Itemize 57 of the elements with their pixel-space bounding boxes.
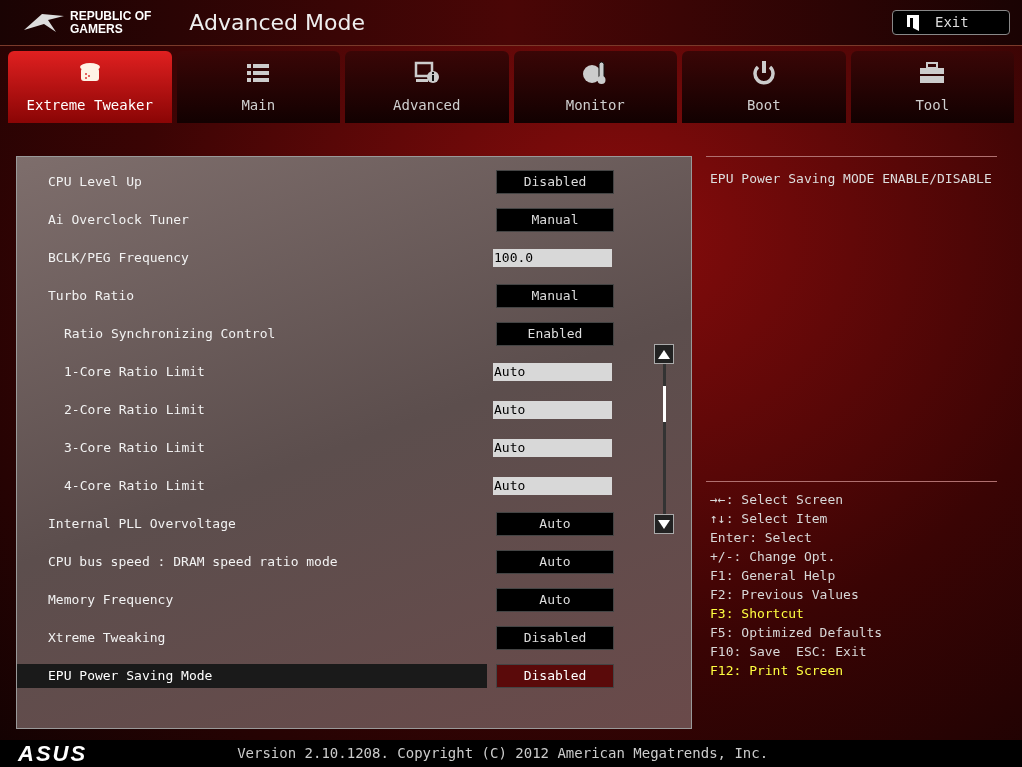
setting-row[interactable]: 3-Core Ratio Limit: [17, 436, 487, 460]
setting-row[interactable]: 1-Core Ratio Limit: [17, 360, 487, 384]
key-hint: F1: General Help: [710, 567, 837, 585]
nav-tab[interactable]: Main: [176, 51, 340, 123]
setting-row[interactable]: 2-Core Ratio Limit: [17, 398, 487, 422]
setting-row[interactable]: Ai Overclock Tuner: [17, 208, 487, 232]
option-button[interactable]: Auto: [496, 512, 614, 536]
setting-row[interactable]: Turbo Ratio: [17, 284, 487, 308]
door-icon: [907, 14, 919, 31]
option-button[interactable]: Disabled: [496, 626, 614, 650]
value-field[interactable]: Auto: [493, 363, 612, 381]
setting-row[interactable]: CPU Level Up: [17, 170, 487, 194]
key-hint: ↑↓: Select Item: [710, 510, 829, 528]
setting-row[interactable]: Memory Frequency: [17, 588, 487, 612]
key-hint: F12: Print Screen: [710, 662, 845, 680]
nav-tab[interactable]: Advanced: [345, 51, 509, 123]
asus-logo: ASUS: [18, 742, 88, 765]
key-hint: F2: Previous Values: [710, 586, 860, 604]
option-button[interactable]: Manual: [496, 208, 614, 232]
scroll-up-button[interactable]: [654, 344, 674, 364]
nav-tab[interactable]: Tool: [850, 51, 1014, 123]
option-button[interactable]: Auto: [496, 550, 614, 574]
help-description: EPU Power Saving MODE ENABLE/DISABLE: [710, 171, 992, 186]
exit-button[interactable]: Exit: [892, 10, 1010, 35]
down-triangle-icon: [658, 519, 670, 529]
up-triangle-icon: [658, 349, 670, 359]
brand-text: REPUBLIC OF: [70, 9, 152, 23]
setting-row[interactable]: Internal PLL Overvoltage: [17, 512, 487, 536]
key-hint: F3: Shortcut: [710, 605, 805, 623]
option-button[interactable]: Manual: [496, 284, 614, 308]
setting-row[interactable]: CPU bus speed : DRAM speed ratio mode: [17, 550, 487, 574]
setting-row[interactable]: Ratio Synchronizing Control: [17, 322, 487, 346]
option-button[interactable]: Disabled: [496, 170, 614, 194]
setting-row[interactable]: Xtreme Tweaking: [17, 626, 487, 650]
setting-row[interactable]: EPU Power Saving Mode: [17, 664, 487, 688]
brand-text: GAMERS: [70, 22, 124, 36]
option-button[interactable]: Disabled: [496, 664, 614, 688]
nav-tab[interactable]: Monitor: [513, 51, 677, 123]
page-title: Advanced Mode: [189, 9, 365, 37]
value-field[interactable]: Auto: [493, 401, 612, 419]
option-button[interactable]: Auto: [496, 588, 614, 612]
nav-tab[interactable]: Boot: [682, 51, 846, 123]
key-hint: +/-: Change Opt.: [710, 548, 837, 566]
option-button[interactable]: Enabled: [496, 322, 614, 346]
key-hint: F10: Save ESC: Exit: [710, 643, 868, 661]
setting-row[interactable]: 4-Core Ratio Limit: [17, 474, 487, 498]
key-hint: F5: Optimized Defaults: [710, 624, 884, 642]
key-hint: →←: Select Screen: [710, 491, 845, 509]
setting-row[interactable]: BCLK/PEG Frequency: [17, 246, 487, 270]
scrollbar-thumb[interactable]: [662, 386, 666, 422]
value-field[interactable]: Auto: [493, 439, 612, 457]
version-text: Version 2.10.1208. Copyright (C) 2012 American Megatrends, Inc.: [237, 744, 769, 763]
key-hint: Enter: Select: [710, 529, 813, 547]
value-field[interactable]: 100.0: [493, 249, 612, 267]
nav-tab[interactable]: Extreme Tweaker: [8, 51, 172, 123]
value-field[interactable]: Auto: [493, 477, 612, 495]
scroll-down-button[interactable]: [654, 514, 674, 534]
